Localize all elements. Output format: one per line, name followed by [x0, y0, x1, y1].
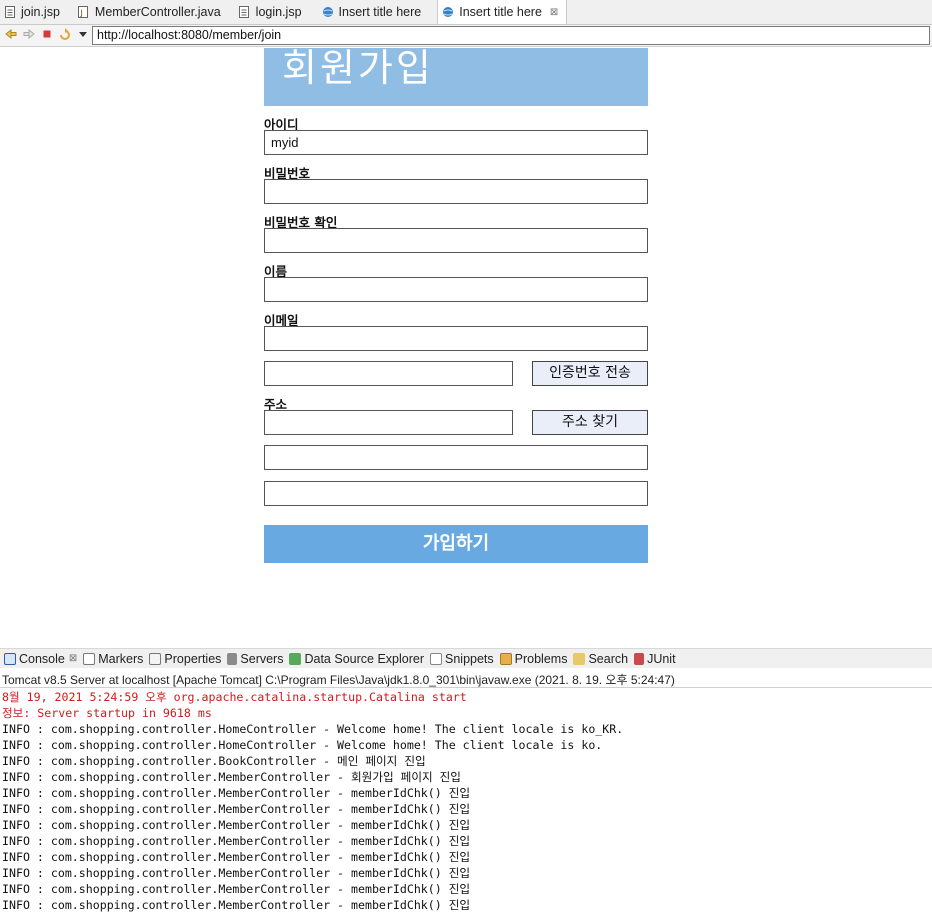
console-process-label: Tomcat v8.5 Server at localhost [Apache … — [0, 668, 932, 688]
dropdown-icon[interactable] — [76, 28, 90, 43]
tab-insert-title-2[interactable]: Insert title here ⊠ — [437, 0, 568, 24]
tab-search[interactable]: Search — [573, 652, 628, 666]
password-input[interactable] — [264, 179, 648, 204]
tab-label: Data Source Explorer — [304, 651, 424, 666]
markers-icon — [83, 652, 96, 665]
stop-icon[interactable] — [40, 28, 54, 43]
console-line: INFO : com.shopping.controller.MemberCon… — [2, 770, 461, 784]
tab-login-jsp[interactable]: login.jsp — [235, 0, 310, 24]
console-line: INFO : com.shopping.controller.MemberCon… — [2, 786, 471, 800]
browser-toolbar: http://localhost:8080/member/join — [0, 25, 932, 47]
back-icon[interactable] — [4, 28, 18, 43]
console-line: 정보: Server startup in 9618 ms — [2, 706, 212, 720]
close-icon[interactable]: ⊠ — [69, 653, 77, 664]
jsp-file-icon — [4, 6, 16, 18]
tab-label: login.jsp — [255, 5, 302, 19]
tab-member-controller-java[interactable]: J MemberController.java — [74, 0, 229, 24]
globe-icon — [322, 6, 334, 18]
tab-console[interactable]: Console ⊠ — [4, 652, 77, 666]
servers-icon — [227, 652, 238, 665]
url-input[interactable]: http://localhost:8080/member/join — [92, 26, 930, 45]
join-submit-button[interactable]: 가입하기 — [264, 525, 648, 563]
close-icon[interactable]: ⊠ — [550, 7, 558, 18]
console-line: INFO : com.shopping.controller.MemberCon… — [2, 818, 471, 832]
tab-insert-title-1[interactable]: Insert title here — [318, 0, 430, 24]
tab-label: Servers — [240, 651, 284, 666]
tab-problems[interactable]: Problems — [499, 651, 568, 666]
find-address-button[interactable]: 주소 찾기 — [532, 410, 648, 435]
console-line: INFO : com.shopping.controller.MemberCon… — [2, 802, 471, 816]
address-detail-input[interactable] — [264, 481, 648, 506]
tab-label: Insert title here — [338, 5, 422, 19]
snippets-icon — [430, 652, 442, 665]
tab-label: Snippets — [445, 651, 494, 666]
jsp-file-icon — [239, 6, 251, 18]
tab-junit[interactable]: JUnit — [634, 651, 676, 666]
tab-data-source-explorer[interactable]: Data Source Explorer — [289, 652, 424, 666]
properties-icon — [149, 652, 162, 665]
console-line: INFO : com.shopping.controller.MemberCon… — [2, 866, 471, 880]
search-icon — [573, 652, 586, 665]
tab-label: Search — [588, 651, 629, 666]
tab-snippets[interactable]: Snippets — [430, 652, 494, 666]
postcode-input[interactable] — [264, 410, 513, 435]
page-title: 회원가입 — [264, 48, 648, 106]
tab-servers[interactable]: Servers — [227, 652, 283, 666]
console-output[interactable]: 8월 19, 2021 5:24:59 오후 org.apache.catali… — [0, 689, 932, 916]
refresh-icon[interactable] — [58, 28, 72, 43]
tab-label: join.jsp — [21, 5, 60, 19]
password-confirm-input[interactable] — [264, 228, 648, 253]
tab-label: Problems — [514, 651, 568, 666]
data-source-icon — [289, 652, 302, 665]
editor-tab-bar: join.jsp J MemberController.java login.j… — [0, 0, 932, 25]
console-line: INFO : com.shopping.controller.MemberCon… — [2, 850, 471, 864]
problems-icon — [499, 652, 512, 665]
console-line: INFO : com.shopping.controller.HomeContr… — [2, 738, 603, 752]
console-icon — [4, 652, 16, 665]
console-line: INFO : com.shopping.controller.MemberCon… — [2, 898, 471, 912]
forward-icon[interactable] — [22, 28, 36, 43]
console-line: 8월 19, 2021 5:24:59 오후 org.apache.catali… — [2, 690, 467, 704]
tab-label: Insert title here — [459, 5, 542, 19]
tab-label: Markers — [98, 651, 144, 666]
globe-icon — [442, 6, 454, 18]
svg-text:J: J — [80, 9, 83, 18]
console-line: INFO : com.shopping.controller.MemberCon… — [2, 834, 471, 848]
address-input[interactable] — [264, 445, 648, 470]
junit-icon — [634, 652, 645, 665]
tab-label: Console — [19, 651, 65, 666]
console-line: INFO : com.shopping.controller.BookContr… — [2, 754, 426, 768]
console-line: INFO : com.shopping.controller.MemberCon… — [2, 882, 471, 896]
id-input[interactable]: myid — [264, 130, 648, 155]
view-tab-bar: Console ⊠ Markers Properties Servers Dat… — [0, 648, 932, 668]
name-input[interactable] — [264, 277, 648, 302]
email-input[interactable] — [264, 326, 648, 351]
tab-label: MemberController.java — [94, 5, 221, 19]
send-code-button[interactable]: 인증번호 전송 — [532, 361, 648, 386]
tab-properties[interactable]: Properties — [149, 652, 221, 666]
tab-label: Properties — [164, 651, 222, 666]
verification-code-input[interactable] — [264, 361, 513, 386]
tab-markers[interactable]: Markers — [83, 652, 143, 666]
tab-join-jsp[interactable]: join.jsp — [0, 0, 68, 24]
web-page: 회원가입 아이디 myid 비밀번호 비밀번호 확인 이름 이메일 인증번호 전… — [0, 48, 932, 640]
tab-label: JUnit — [647, 651, 676, 666]
console-line: INFO : com.shopping.controller.HomeContr… — [2, 722, 624, 736]
java-file-icon: J — [78, 6, 90, 18]
